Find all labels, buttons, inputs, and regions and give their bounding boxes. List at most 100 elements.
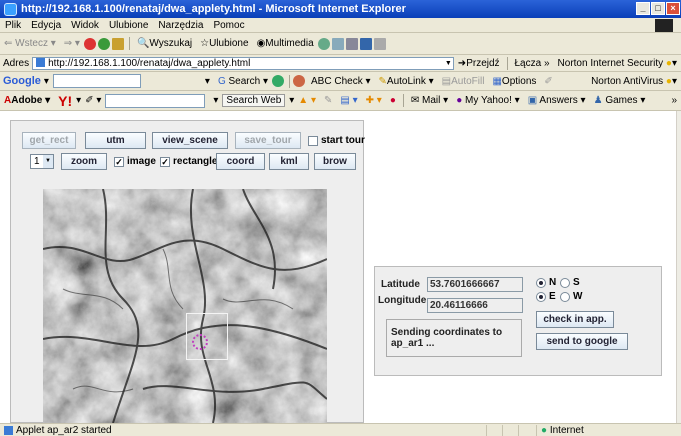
back-button[interactable]: ⇐ Wstecz ▾ [4,38,56,49]
history-icon[interactable] [317,37,330,50]
go-arrow-icon: ➜ [457,57,467,69]
window-title-bar: http://192.168.1.100/renataj/dwa_applety… [0,0,681,18]
minimize-button[interactable]: _ [636,2,650,15]
menu-item-view[interactable]: Widok [71,20,99,31]
highlight-icon[interactable]: ✎ [324,95,332,106]
links-button[interactable]: Łącza » [515,58,550,69]
menu-item-favorites[interactable]: Ulubione [109,20,148,31]
status-cell-1 [486,425,502,436]
address-bar: Adres http://192.168.1.100/renataj/dwa_a… [0,55,681,72]
rectangle-checkbox[interactable]: ✓ rectangle [160,156,217,167]
print-icon[interactable] [345,37,358,50]
edit-icon[interactable] [359,37,372,50]
standard-toolbar: ⇐ Wstecz ▾ ⇒ ▾ 🔍Wyszukaj ☆Ulubione ◉Mult… [0,33,681,55]
go-button[interactable]: ➜Przejdź [458,58,500,69]
yahoo-circle-icon[interactable]: ● [390,95,396,106]
menu-item-edit[interactable]: Edycja [31,20,61,31]
stop-icon[interactable] [83,37,96,50]
norton-security-button[interactable]: Norton Internet Security ●▾ [558,58,677,69]
brow-button[interactable]: brow [314,153,356,170]
norton-antivirus-icon: ● [665,75,672,87]
west-radio[interactable]: W [560,291,582,302]
more-chevron-icon[interactable]: » [671,95,677,106]
menu-item-tools[interactable]: Narzędzia [158,20,203,31]
start-tour-checkbox[interactable]: start tour [308,135,365,146]
zoom-level-select[interactable]: 1 [30,154,54,169]
refresh-icon[interactable] [97,37,110,50]
terrain-image[interactable] [43,189,327,423]
popup-blocker-icon[interactable] [293,75,306,87]
maximize-button[interactable]: □ [651,2,665,15]
vertical-scrollbar[interactable] [676,111,681,423]
address-input[interactable]: http://192.168.1.100/renataj/dwa_applety… [32,56,454,70]
status-text: Applet ap_ar2 started [16,424,112,436]
my-yahoo-button[interactable]: ● My Yahoo! ▾ [456,95,520,106]
pencil-icon[interactable]: ✐ [544,76,552,87]
back-arrow-icon: ⇐ [4,38,13,49]
image-checkbox[interactable]: ✓ image [114,156,156,167]
target-marker [192,334,208,350]
search-button[interactable]: 🔍Wyszukaj [137,38,192,49]
yahoo-notes-icon[interactable]: ▤ ▾ [340,95,357,106]
latitude-field[interactable]: 53.7601666667 [427,277,523,292]
start-tour-checkbox-box [308,135,318,146]
mail-button[interactable]: ✉ Mail ▾ [411,95,448,106]
norton-icon: ● [665,57,672,69]
favorites-icon: ☆ [200,38,210,49]
search-web-button[interactable]: Search Web [222,94,286,107]
address-separator [506,56,508,70]
spell-check-button[interactable]: ABC Check ▾ [311,76,371,87]
google-logo[interactable]: Google [3,75,41,87]
multimedia-button[interactable]: ◉Multimedia [257,38,314,49]
mail-icon[interactable] [331,37,344,50]
longitude-field[interactable]: 20.46116666 [427,298,523,313]
view-scene-button[interactable]: view_scene [152,132,228,149]
north-radio[interactable]: N [536,277,556,288]
rectangle-checkbox-box: ✓ [160,156,170,167]
status-bar: Applet ap_ar2 started ● Internet [0,423,681,436]
norton-antivirus-button[interactable]: Norton AntiVirus ●▾ [591,76,677,87]
send-to-google-button[interactable]: send to google [536,333,628,350]
save-tour-button[interactable]: save_tour [235,132,301,149]
check-in-app-button[interactable]: check in app. [536,311,614,328]
east-radio[interactable]: E [536,291,556,302]
yahoo-search-input[interactable] [105,93,206,108]
yahoo-pencil-icon[interactable]: ✐ ▾ [85,95,101,106]
google-separator [289,74,291,88]
autofill-button[interactable]: ▤AutoFill [442,76,485,87]
terrain-image-graphic [43,189,327,423]
discuss-icon[interactable] [373,37,386,50]
close-button[interactable]: × [666,2,680,15]
adobe-button[interactable]: AAdobe ▾ [4,95,50,106]
get-rect-button[interactable]: get_rect [22,132,76,149]
answers-button[interactable]: ▣ Answers ▾ [528,95,586,106]
favorites-button[interactable]: ☆Ulubione [200,38,248,49]
google-search-input[interactable] [52,74,141,88]
menu-bar: Plik Edycja Widok Ulubione Narzędzia Pom… [0,18,681,33]
home-icon[interactable] [111,37,124,50]
kml-button[interactable]: kml [269,153,309,170]
options-icon: ▦ [492,75,502,87]
forward-button[interactable]: ⇒ ▾ [64,38,80,49]
google-search-button[interactable]: G Search ▾ [218,76,268,87]
options-button[interactable]: ▦Options [492,76,536,87]
south-radio[interactable]: S [560,277,580,288]
yahoo-puzzle-icon[interactable]: ✚ ▾ [366,95,382,106]
menu-item-file[interactable]: Plik [5,20,21,31]
games-button[interactable]: ♟ Games ▾ [594,95,646,106]
zoom-button[interactable]: zoom [61,153,107,170]
selection-rectangle[interactable] [186,313,228,360]
google-news-icon[interactable] [272,75,285,87]
autolink-button[interactable]: ✎AutoLink ▾ [379,76,434,87]
utm-button[interactable]: utm [85,132,146,149]
zone-label: Internet [549,425,584,436]
image-checkbox-box: ✓ [114,156,124,167]
menu-item-help[interactable]: Pomoc [213,20,244,31]
coord-button[interactable]: coord [216,153,265,170]
google-search-icon: G [217,75,226,87]
yahoo-button[interactable]: Y! [58,93,72,109]
internet-zone-icon: ● [541,425,548,436]
alert-icon[interactable]: ▲ ▾ [298,95,316,106]
search-icon: 🔍 [136,38,150,49]
east-radio-dot [536,291,546,302]
